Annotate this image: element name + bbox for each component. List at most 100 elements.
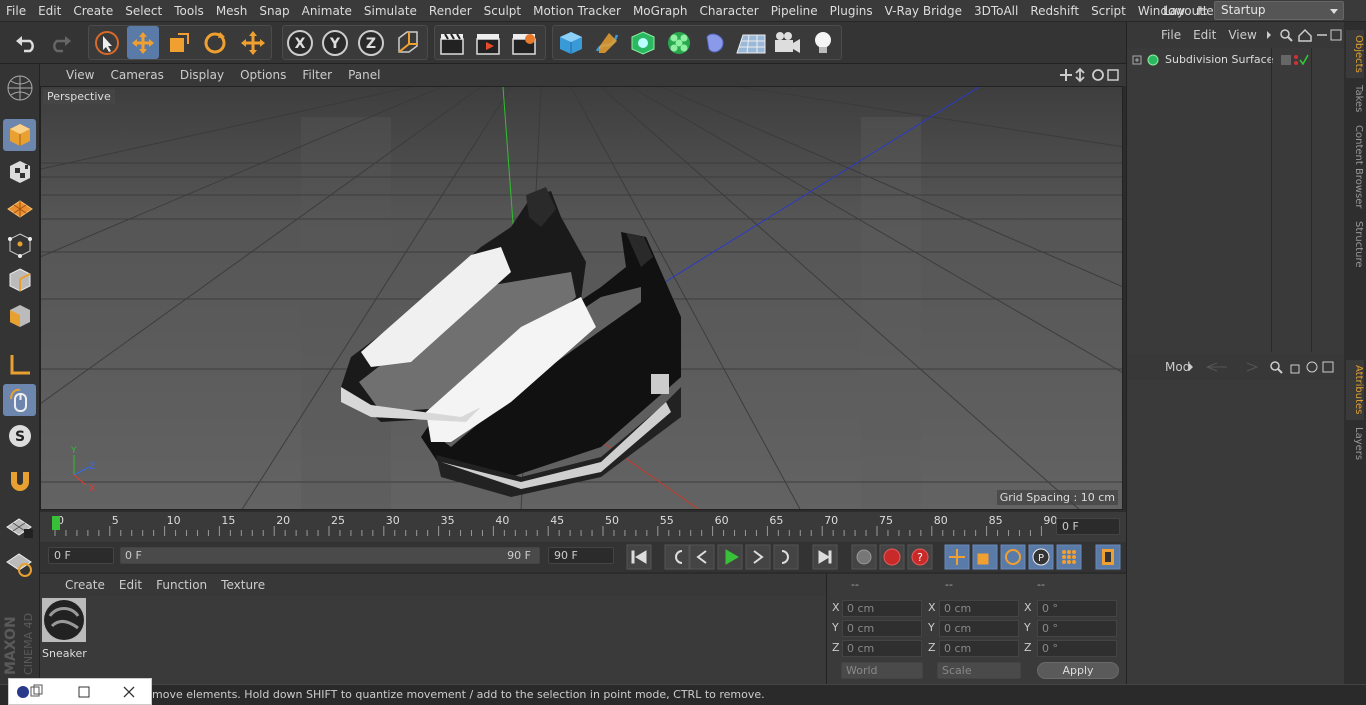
menu-animate[interactable]: Animate bbox=[296, 0, 358, 22]
move-tool-button[interactable] bbox=[127, 26, 159, 59]
timeline-ruler[interactable]: 0 5 10 15 20 25 30 35 40 45 50 55 60 65 70 75 80 85 90 0 F bbox=[40, 512, 1126, 542]
material-menu-edit[interactable]: Edit bbox=[112, 578, 149, 592]
workplane-lock-button[interactable] bbox=[3, 548, 36, 580]
polygons-mode-button[interactable] bbox=[3, 300, 36, 332]
position-y-field[interactable]: 0 cm bbox=[842, 620, 922, 637]
menu-mesh[interactable]: Mesh bbox=[210, 0, 254, 22]
x-axis-lock-button[interactable]: X bbox=[284, 26, 316, 59]
size-mode-dropdown[interactable]: Scale bbox=[937, 662, 1021, 679]
floor-object-button[interactable] bbox=[735, 26, 767, 59]
render-settings-button[interactable] bbox=[508, 26, 540, 59]
size-z-field[interactable]: 0 cm bbox=[939, 640, 1019, 657]
rotation-p-field[interactable]: 0 ° bbox=[1037, 620, 1117, 637]
preview-range-slider[interactable]: 0 F 90 F bbox=[120, 547, 540, 564]
pen-spline-button[interactable] bbox=[591, 26, 623, 59]
menu-motion-tracker[interactable]: Motion Tracker bbox=[527, 0, 627, 22]
menu-mograph[interactable]: MoGraph bbox=[627, 0, 694, 22]
current-frame-field[interactable]: 0 F bbox=[1056, 518, 1120, 535]
start-frame-field[interactable]: 0 F bbox=[48, 547, 114, 564]
viewport-menu-options[interactable]: Options bbox=[232, 68, 294, 82]
menu-render[interactable]: Render bbox=[423, 0, 478, 22]
visibility-toggles[interactable] bbox=[1279, 52, 1309, 68]
tab-attributes[interactable]: Attributes bbox=[1346, 360, 1364, 420]
layout-dropdown[interactable]: Startup bbox=[1214, 1, 1344, 20]
points-mode-button[interactable] bbox=[3, 229, 36, 261]
objects-menu-edit[interactable]: Edit bbox=[1187, 28, 1222, 42]
redo-button[interactable] bbox=[45, 26, 77, 59]
material-menu-function[interactable]: Function bbox=[149, 578, 214, 592]
tab-objects[interactable]: Objects bbox=[1346, 30, 1364, 78]
viewport-menu-view[interactable]: View bbox=[58, 68, 102, 82]
tab-content-browser[interactable]: Content Browser bbox=[1346, 122, 1364, 212]
attributes-toolbar-icons[interactable] bbox=[1187, 359, 1337, 375]
rotation-h-field[interactable]: 0 ° bbox=[1037, 600, 1117, 617]
tab-structure[interactable]: Structure bbox=[1346, 218, 1364, 270]
viewport-menu-display[interactable]: Display bbox=[172, 68, 232, 82]
menu-create[interactable]: Create bbox=[67, 0, 119, 22]
z-axis-lock-button[interactable]: Z bbox=[355, 26, 387, 59]
render-view-button[interactable] bbox=[436, 26, 468, 59]
3d-viewport[interactable]: Y Z X Perspective Grid Spacing : 10 cm bbox=[40, 86, 1123, 510]
objects-toolbar-icons[interactable] bbox=[1263, 27, 1343, 43]
menu-redshift[interactable]: Redshift bbox=[1024, 0, 1085, 22]
position-x-field[interactable]: 0 cm bbox=[842, 600, 922, 617]
rotation-b-field[interactable]: 0 ° bbox=[1037, 640, 1117, 657]
tab-takes[interactable]: Takes bbox=[1346, 82, 1364, 116]
workplane-mode-button[interactable] bbox=[3, 192, 36, 224]
menu-script[interactable]: Script bbox=[1085, 0, 1132, 22]
menu-edit[interactable]: Edit bbox=[32, 0, 67, 22]
menu-pipeline[interactable]: Pipeline bbox=[765, 0, 824, 22]
light-object-button[interactable] bbox=[807, 26, 839, 59]
apply-button[interactable]: Apply bbox=[1037, 662, 1119, 679]
material-menu-create[interactable]: Create bbox=[58, 578, 112, 592]
playhead-marker[interactable] bbox=[52, 516, 60, 530]
rotate-tool-button[interactable] bbox=[199, 26, 231, 59]
cloner-button[interactable] bbox=[663, 26, 695, 59]
end-frame-field[interactable]: 90 F bbox=[548, 547, 614, 564]
menu-select[interactable]: Select bbox=[119, 0, 168, 22]
size-y-field[interactable]: 0 cm bbox=[939, 620, 1019, 637]
menu-sculpt[interactable]: Sculpt bbox=[478, 0, 527, 22]
axis-mode-button[interactable] bbox=[3, 349, 36, 381]
subdivision-surface-button[interactable] bbox=[627, 26, 659, 59]
texture-mode-button[interactable] bbox=[3, 156, 36, 188]
solo-button[interactable]: S bbox=[3, 420, 36, 452]
cube-object-button[interactable] bbox=[555, 26, 587, 59]
viewport-menu-filter[interactable]: Filter bbox=[294, 68, 340, 82]
coordinate-system-button[interactable] bbox=[392, 26, 424, 59]
menu-tools[interactable]: Tools bbox=[168, 0, 210, 22]
undo-button[interactable] bbox=[10, 26, 42, 59]
snap-button[interactable] bbox=[3, 466, 36, 498]
object-row-subdivision-surface[interactable]: Subdivision Surface bbox=[1131, 52, 1341, 68]
objects-menu-view[interactable]: View bbox=[1222, 28, 1262, 42]
y-axis-lock-button[interactable]: Y bbox=[319, 26, 351, 59]
recent-tool-button[interactable] bbox=[237, 26, 269, 59]
tweak-mode-button[interactable] bbox=[3, 384, 36, 416]
minimized-window-bar[interactable] bbox=[8, 678, 152, 705]
deformer-button[interactable] bbox=[699, 26, 731, 59]
camera-object-button[interactable] bbox=[771, 26, 803, 59]
model-mode-button[interactable] bbox=[3, 119, 36, 151]
scale-tool-button[interactable] bbox=[163, 26, 195, 59]
menu-file[interactable]: File bbox=[0, 0, 32, 22]
edges-mode-button[interactable] bbox=[3, 264, 36, 296]
render-picture-viewer-button[interactable] bbox=[472, 26, 504, 59]
tab-layers[interactable]: Layers bbox=[1346, 424, 1364, 464]
viewport-navigation-icons[interactable] bbox=[1058, 67, 1120, 83]
menu-character[interactable]: Character bbox=[693, 0, 764, 22]
menu-simulate[interactable]: Simulate bbox=[358, 0, 423, 22]
menu-vray-bridge[interactable]: V-Ray Bridge bbox=[879, 0, 968, 22]
viewport-menu-cameras[interactable]: Cameras bbox=[102, 68, 171, 82]
material-swatch-sneaker[interactable]: Sneaker bbox=[42, 598, 87, 660]
position-z-field[interactable]: 0 cm bbox=[842, 640, 922, 657]
coordinate-space-dropdown[interactable]: World bbox=[841, 662, 923, 679]
menu-3dtoall[interactable]: 3DToAll bbox=[968, 0, 1024, 22]
menu-snap[interactable]: Snap bbox=[253, 0, 295, 22]
material-menu-texture[interactable]: Texture bbox=[214, 578, 272, 592]
enable-quantizing-button[interactable] bbox=[3, 511, 36, 543]
viewport-menu-panel[interactable]: Panel bbox=[340, 68, 388, 82]
menu-plugins[interactable]: Plugins bbox=[824, 0, 879, 22]
objects-menu-file[interactable]: File bbox=[1155, 28, 1187, 42]
size-x-field[interactable]: 0 cm bbox=[939, 600, 1019, 617]
live-selection-button[interactable] bbox=[91, 26, 123, 59]
